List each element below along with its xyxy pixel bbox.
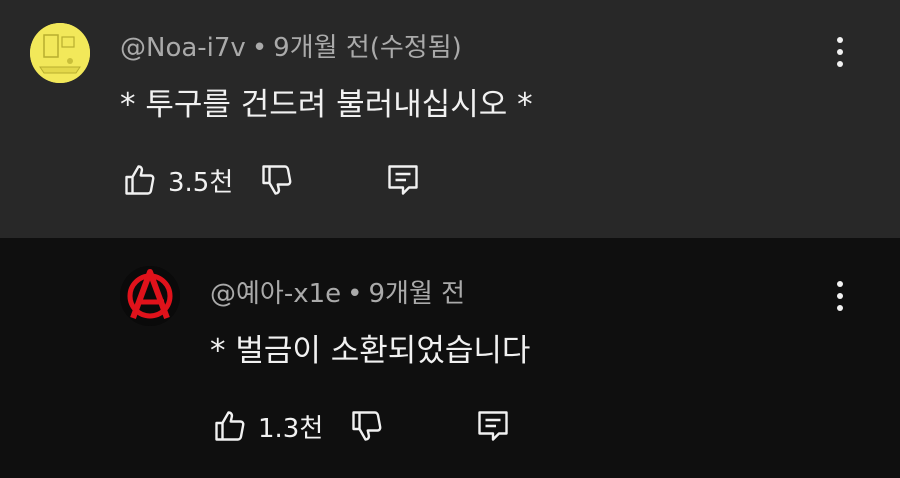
separator-dot: • [251, 33, 268, 63]
comment: @Noa-i7v • 9개월 전(수정됨) * 투구를 건드려 불러내십시오 * 3… [0, 0, 900, 238]
like-button[interactable] [120, 160, 160, 200]
avatar[interactable] [30, 23, 90, 83]
dislike-button[interactable] [257, 160, 297, 200]
comment-meta: @예아-x1e • 9개월 전 [210, 273, 465, 310]
separator-dot: • [347, 279, 363, 309]
reply-button[interactable] [473, 406, 513, 446]
reply-icon [478, 411, 508, 441]
thumbs-up-icon [125, 165, 155, 195]
reply-icon [388, 165, 418, 195]
comment-meta: @Noa-i7v • 9개월 전(수정됨) [120, 27, 462, 64]
like-count: 3.5천 [168, 167, 234, 198]
thumbs-down-icon [352, 411, 382, 441]
more-options-icon[interactable] [828, 281, 852, 311]
avatar[interactable] [120, 266, 180, 326]
anarchy-symbol-avatar-icon [120, 266, 180, 326]
timestamp[interactable]: 9개월 전(수정됨) [273, 33, 462, 63]
yellow-room-avatar-icon [30, 23, 90, 83]
like-button[interactable] [210, 406, 250, 446]
comment-text: * 벌금이 소환되었습니다 [210, 333, 531, 369]
thumbs-up-icon [215, 411, 245, 441]
dislike-button[interactable] [347, 406, 387, 446]
timestamp[interactable]: 9개월 전 [369, 279, 466, 309]
author-name[interactable]: @예아-x1e [210, 279, 341, 309]
thumbs-down-icon [262, 165, 292, 195]
more-options-icon[interactable] [828, 37, 852, 67]
comment-actions: 3.5천 [120, 160, 423, 200]
reply-comment: @예아-x1e • 9개월 전 * 벌금이 소환되었습니다 1.3천 [0, 238, 900, 478]
comment-actions: 1.3천 [210, 406, 513, 446]
like-count: 1.3천 [258, 413, 324, 444]
comment-text: * 투구를 건드려 불러내십시오 * [120, 87, 533, 123]
reply-button[interactable] [383, 160, 423, 200]
author-name[interactable]: @Noa-i7v [120, 33, 246, 63]
